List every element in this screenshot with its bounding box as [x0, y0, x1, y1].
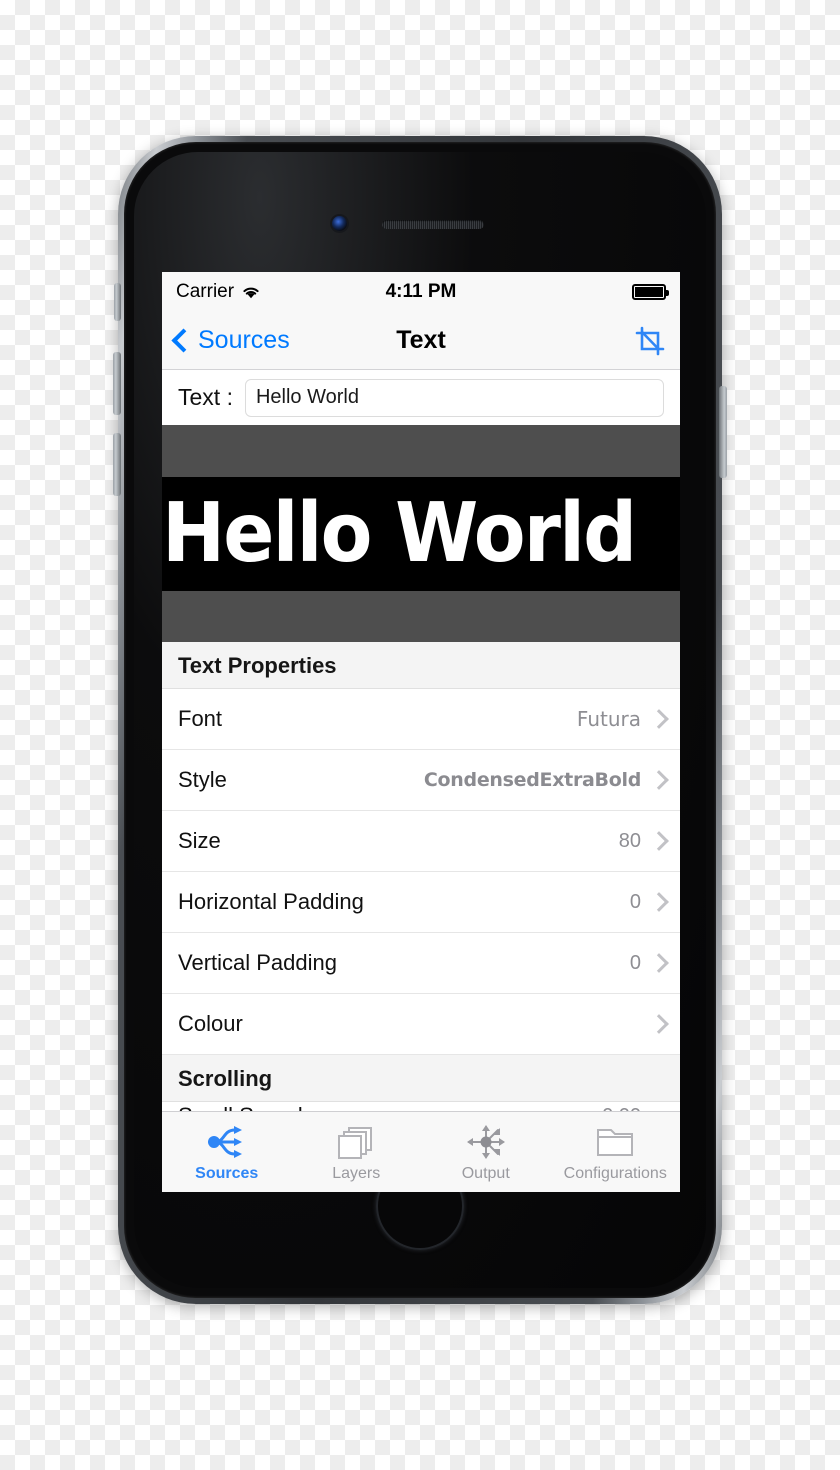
tab-label: Configurations	[563, 1165, 667, 1182]
sources-branch-icon	[205, 1121, 249, 1163]
output-node-icon	[464, 1121, 508, 1163]
wifi-icon	[243, 287, 259, 298]
back-button-label: Sources	[198, 326, 290, 354]
row-value: CondensedExtraBold	[423, 769, 641, 791]
crop-icon	[635, 326, 665, 355]
chevron-left-icon	[171, 328, 196, 353]
tab-configurations[interactable]: Configurations	[551, 1112, 681, 1192]
status-bar-right	[632, 284, 669, 300]
text-preview-band: Hello World	[162, 476, 680, 591]
silent-switch-button[interactable]	[114, 283, 121, 321]
section-header-scrolling: Scrolling	[162, 1055, 680, 1102]
row-label: Size	[178, 828, 221, 853]
row-font[interactable]: Font Futura	[162, 689, 680, 750]
tab-layers[interactable]: Layers	[292, 1112, 422, 1192]
text-preview-canvas: Hello World	[162, 425, 680, 642]
row-style[interactable]: Style CondensedExtraBold	[162, 750, 680, 811]
tab-label: Layers	[332, 1165, 381, 1182]
phone-screen: Carrier 4:11 PM Sources Text Text: Hell…	[162, 272, 680, 1192]
tab-sources[interactable]: Sources	[162, 1112, 292, 1192]
row-vertical-padding[interactable]: Vertical Padding 0	[162, 933, 680, 994]
row-label: Horizontal Padding	[178, 889, 364, 914]
layers-stack-icon	[335, 1121, 377, 1163]
power-button[interactable]	[719, 386, 727, 478]
canvas: Carrier 4:11 PM Sources Text Text: Hell…	[0, 0, 840, 1470]
chevron-right-icon	[649, 770, 669, 790]
status-bar: Carrier 4:11 PM	[162, 272, 680, 312]
back-button-sources[interactable]: Sources	[171, 326, 290, 355]
carrier-label: Carrier	[176, 281, 235, 302]
chevron-right-icon	[649, 953, 669, 973]
earpiece-speaker-icon	[382, 220, 484, 229]
row-scroll-speed[interactable]: Scroll Speed 0.00	[162, 1102, 680, 1111]
folder-icon	[594, 1121, 636, 1163]
text-field-label: Text :	[178, 384, 233, 410]
volume-down-button[interactable]	[113, 433, 121, 496]
text-input[interactable]	[244, 378, 664, 417]
crop-button[interactable]	[633, 324, 667, 358]
chevron-right-icon	[649, 1014, 669, 1034]
tab-label: Sources	[195, 1165, 259, 1182]
text-input-row: Text :	[162, 370, 680, 425]
row-label: Style	[178, 767, 227, 792]
row-horizontal-padding[interactable]: Horizontal Padding 0	[162, 872, 680, 933]
row-value: 0	[629, 951, 641, 974]
row-label: Vertical Padding	[178, 950, 337, 975]
row-value: Futura	[576, 707, 641, 731]
tab-output[interactable]: Output	[421, 1112, 551, 1192]
tab-label: Output	[461, 1165, 510, 1182]
chevron-right-icon	[649, 892, 669, 912]
row-label: Font	[178, 706, 223, 731]
front-camera-icon	[332, 216, 347, 231]
chevron-right-icon	[649, 831, 669, 851]
properties-list[interactable]: Text Properties Font Futura Style Conden…	[162, 642, 680, 1111]
section-header-text-properties: Text Properties	[162, 642, 680, 689]
row-value: 0.00	[602, 1102, 641, 1111]
row-size[interactable]: Size 80	[162, 811, 680, 872]
row-value: 0	[629, 890, 641, 913]
navigation-bar: Sources Text	[162, 312, 680, 370]
row-value: 80	[618, 829, 641, 852]
row-label: Colour	[178, 1011, 243, 1036]
row-colour[interactable]: Colour	[162, 994, 680, 1055]
tab-bar: Sources Layers Output Configurations	[162, 1111, 680, 1192]
chevron-right-icon	[649, 709, 669, 729]
volume-up-button[interactable]	[113, 352, 121, 415]
row-label: Scroll Speed	[178, 1102, 303, 1111]
status-bar-left: Carrier	[176, 281, 261, 303]
battery-full-icon	[632, 284, 669, 300]
text-preview-label: Hello World	[162, 485, 637, 581]
